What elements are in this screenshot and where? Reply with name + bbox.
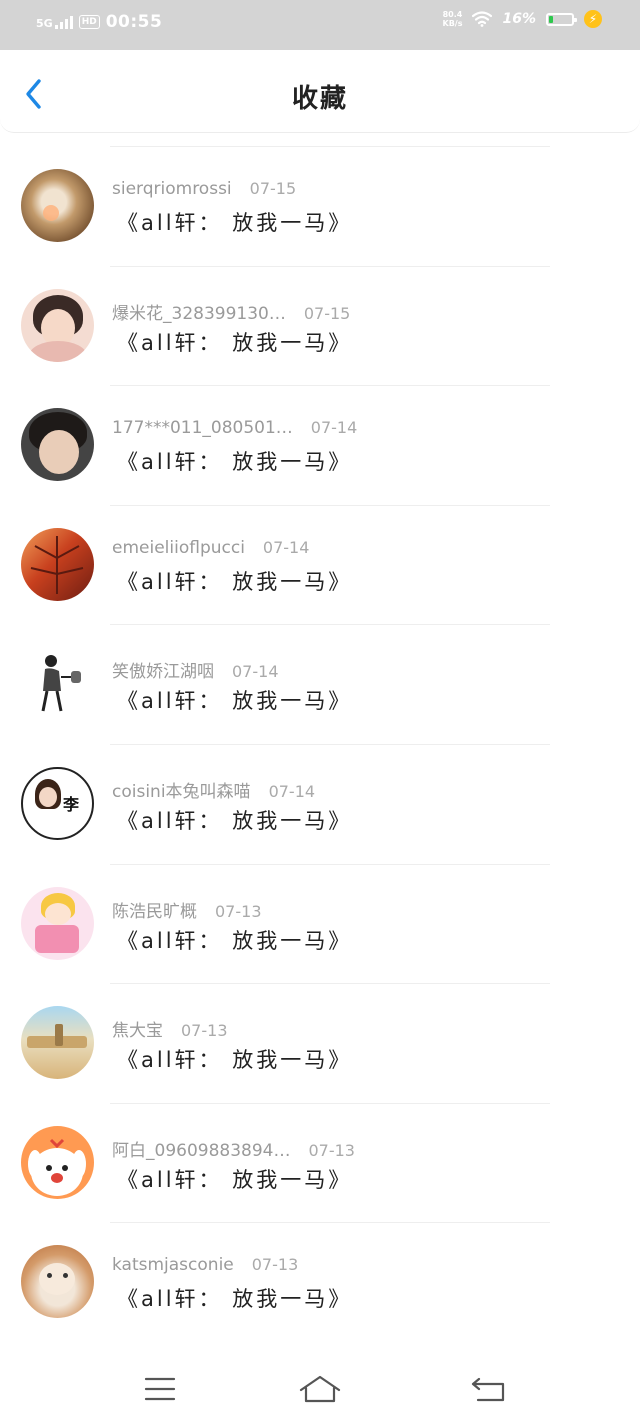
avatar-text: 李: [63, 794, 80, 814]
item-title[interactable]: 《all轩： 放我一马》: [117, 566, 352, 596]
battery-icon: [546, 12, 577, 26]
avatar[interactable]: [21, 886, 94, 960]
username[interactable]: 陈浩民旷概: [112, 897, 197, 922]
date: 07-14: [232, 662, 279, 682]
avatar[interactable]: [21, 1245, 94, 1319]
home-icon: [299, 1375, 341, 1403]
item-title[interactable]: 《all轩： 放我一马》: [117, 1044, 352, 1074]
item-meta: katsmjasconie 07-13: [112, 1255, 298, 1275]
network-type: 5G: [36, 17, 53, 30]
wifi-icon: [472, 11, 493, 27]
item-title[interactable]: 《all轩： 放我一马》: [117, 685, 352, 715]
avatar[interactable]: [21, 169, 94, 242]
net-speed-value: 80.4: [442, 10, 463, 19]
item-title[interactable]: 《all轩： 放我一马》: [117, 1283, 352, 1313]
item-meta: emeieliioflpucci 07-14: [112, 538, 309, 558]
username[interactable]: sierqriomrossi: [112, 179, 232, 199]
item-title[interactable]: 《all轩： 放我一马》: [117, 925, 352, 955]
list-item[interactable]: emeieliioflpucci 07-14 《all轩： 放我一马》: [0, 504, 640, 625]
item-meta: 陈浩民旷概 07-13: [112, 897, 262, 922]
item-meta: coisini本兔叫森喵 07-14: [112, 777, 315, 802]
date: 07-13: [215, 901, 262, 921]
home-button[interactable]: [298, 1372, 342, 1406]
username[interactable]: 阿白_09609883894…: [112, 1136, 290, 1161]
status-left: 5G HD 00:55: [36, 12, 162, 32]
status-bar: 5G HD 00:55 80.4 KB/s 16% ⚡: [0, 0, 640, 50]
cartoon-dog-icon: [28, 1138, 86, 1196]
list-item[interactable]: 陈浩民旷概 07-13 《all轩： 放我一马》: [0, 863, 640, 984]
status-right: 80.4 KB/s 16% ⚡: [443, 10, 602, 28]
network-indicator: 5G: [36, 15, 73, 29]
username[interactable]: 焦大宝: [112, 1016, 163, 1041]
page-title: 收藏: [291, 84, 348, 114]
list-item[interactable]: 爆米花_328399130… 07-15 《all轩： 放我一马》: [0, 265, 640, 386]
favorites-list: sierqriomrossi 07-15 《all轩： 放我一马》 爆米花_32…: [0, 146, 640, 1342]
item-title[interactable]: 《all轩： 放我一马》: [117, 1164, 352, 1194]
username[interactable]: coisini本兔叫森喵: [112, 777, 251, 802]
item-title[interactable]: 《all轩： 放我一马》: [117, 805, 352, 835]
sketch-person-icon: [41, 655, 81, 712]
item-meta: 阿白_09609883894… 07-13: [112, 1136, 355, 1161]
avatar[interactable]: [21, 1125, 94, 1199]
date: 07-13: [181, 1021, 228, 1041]
item-title[interactable]: 《all轩： 放我一马》: [117, 327, 352, 357]
date: 07-14: [310, 418, 358, 438]
avatar[interactable]: 李: [21, 766, 94, 840]
menu-icon: [144, 1377, 176, 1401]
item-meta: 爆米花_328399130… 07-15: [112, 299, 350, 324]
date: 07-15: [249, 179, 297, 198]
list-item[interactable]: 阿白_09609883894… 07-13 《all轩： 放我一马》: [0, 1102, 640, 1223]
item-meta: 177***011_080501… 07-14: [112, 418, 357, 438]
lightning-icon: ⚡: [584, 10, 602, 28]
back-button[interactable]: [466, 1372, 510, 1406]
date: 07-13: [308, 1140, 355, 1160]
app-header: 收藏: [0, 50, 640, 133]
clock: 00:55: [105, 12, 163, 32]
hd-badge: HD: [78, 15, 100, 29]
avatar[interactable]: [21, 408, 94, 482]
list-item[interactable]: 焦大宝 07-13 《all轩： 放我一马》: [0, 983, 640, 1103]
username[interactable]: katsmjasconie: [112, 1255, 234, 1275]
item-title[interactable]: 《all轩： 放我一马》: [117, 446, 352, 476]
avatar[interactable]: [21, 1006, 94, 1080]
item-meta: 笑傲娇江湖咽 07-14: [112, 657, 279, 682]
date: 07-15: [303, 303, 351, 323]
username[interactable]: 爆米花_328399130…: [112, 299, 286, 324]
battery-fill: [549, 15, 553, 23]
date: 07-13: [251, 1255, 299, 1275]
net-speed: 80.4 KB/s: [443, 10, 463, 28]
back-icon: [471, 1377, 505, 1402]
signal-icon: [54, 15, 73, 29]
list-item[interactable]: 177***011_080501… 07-14 《all轩： 放我一马》: [0, 385, 640, 505]
battery-percent: 16%: [502, 11, 536, 27]
item-title[interactable]: 《all轩： 放我一马》: [117, 207, 352, 237]
net-speed-unit: KB/s: [442, 19, 463, 28]
leaf-icon: [30, 535, 84, 594]
username[interactable]: 177***011_080501…: [112, 418, 293, 438]
avatar[interactable]: [21, 288, 94, 362]
list-item[interactable]: katsmjasconie 07-13 《all轩： 放我一马》: [0, 1222, 640, 1342]
list-item[interactable]: 李 coisini本兔叫森喵 07-14 《all轩： 放我一马》: [0, 743, 640, 864]
list-item[interactable]: sierqriomrossi 07-15 《all轩： 放我一马》: [0, 146, 640, 266]
avatar[interactable]: [21, 527, 94, 601]
avatar[interactable]: [21, 647, 94, 721]
date: 07-14: [268, 781, 316, 801]
item-meta: 焦大宝 07-13: [112, 1016, 228, 1041]
list-item[interactable]: 笑傲娇江湖咽 07-14 《all轩： 放我一马》: [0, 624, 640, 744]
item-meta: sierqriomrossi 07-15: [112, 179, 296, 199]
username[interactable]: 笑傲娇江湖咽: [112, 657, 214, 682]
system-nav-bar: [0, 1350, 640, 1427]
username[interactable]: emeieliioflpucci: [112, 538, 245, 558]
menu-button[interactable]: [138, 1372, 182, 1406]
date: 07-14: [262, 537, 310, 557]
